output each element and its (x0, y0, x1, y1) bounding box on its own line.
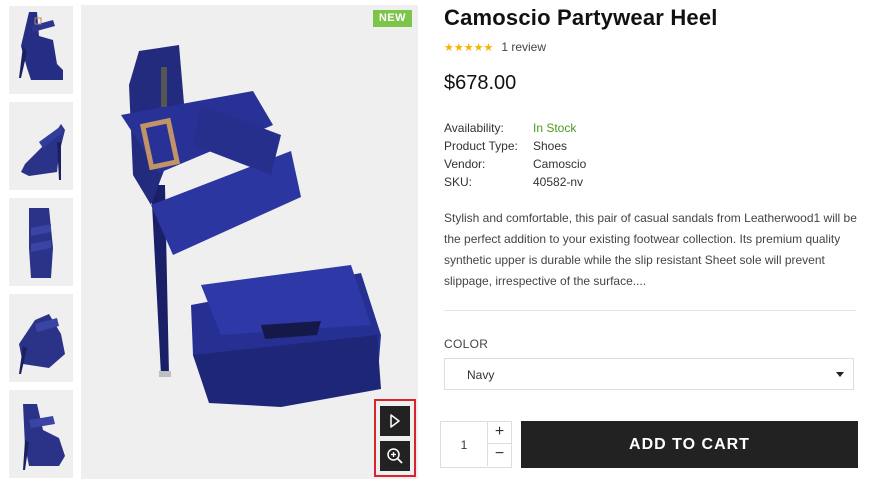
meta-availability: Availability: In Stock (444, 121, 586, 139)
quantity-increase-button[interactable]: + (487, 422, 511, 444)
meta-label: Availability: (444, 121, 504, 135)
product-title: Camoscio Partywear Heel (444, 5, 718, 30)
color-selected-value: Navy (467, 368, 495, 382)
thumbnail-3[interactable] (9, 198, 73, 286)
main-product-image[interactable]: NEW (81, 5, 418, 479)
shoe-thumbnail-image (29, 208, 53, 278)
sku-value: 40582-nv (533, 175, 584, 189)
meta-label: Product Type: (444, 139, 518, 153)
divider (444, 310, 856, 311)
image-controls (374, 399, 416, 477)
thumbnail-2[interactable] (9, 102, 73, 190)
shoe-thumbnail-image (23, 404, 65, 470)
shoe-thumbnail-image (19, 12, 63, 80)
thumbnail-1[interactable] (9, 6, 73, 94)
zoom-in-icon (387, 448, 403, 464)
product-rating[interactable]: ★★★★★ 1 review (444, 40, 546, 54)
thumbnail-list (9, 6, 73, 486)
product-type-link[interactable]: Shoes (533, 139, 567, 157)
stock-status: In Stock (533, 121, 577, 135)
star-icon: ★★★★★ (444, 41, 494, 54)
product-price: $678.00 (444, 72, 517, 94)
product-description: Stylish and comfortable, this pair of ca… (444, 211, 857, 288)
color-label: COLOR (444, 337, 489, 351)
meta-product-type: Product Type: Shoes (444, 139, 586, 157)
zoom-in-button[interactable] (380, 441, 410, 471)
vendor-link[interactable]: Camoscio (533, 157, 586, 175)
color-select[interactable]: Navy (444, 358, 854, 390)
caret-down-icon (836, 372, 844, 377)
meta-sku: SKU: 40582-nv (444, 175, 586, 193)
quantity-decrease-button[interactable]: − (487, 444, 511, 466)
add-to-cart-button[interactable]: ADD TO CART (521, 421, 858, 468)
meta-label: SKU: (444, 175, 473, 189)
shoe-main-image (121, 45, 381, 407)
quantity-stepper: + − (440, 421, 512, 468)
thumbnail-5[interactable] (9, 390, 73, 478)
shoe-thumbnail-image (19, 314, 65, 374)
meta-label: Vendor: (444, 157, 486, 171)
shoe-thumbnail-image (21, 124, 65, 180)
new-badge: NEW (372, 10, 412, 27)
play-icon (390, 414, 400, 428)
review-count[interactable]: 1 review (501, 40, 546, 54)
product-meta: Availability: In Stock Product Type: Sho… (444, 121, 586, 193)
thumbnail-4[interactable] (9, 294, 73, 382)
meta-vendor: Vendor: Camoscio (444, 157, 586, 175)
quantity-input[interactable] (441, 422, 487, 467)
play-video-button[interactable] (380, 406, 410, 436)
